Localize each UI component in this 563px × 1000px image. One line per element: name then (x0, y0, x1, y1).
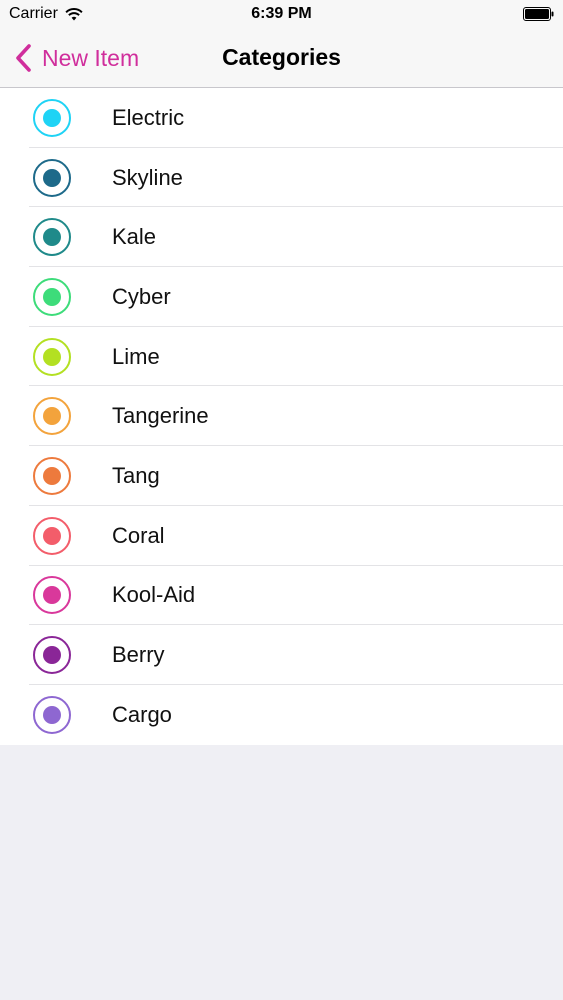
color-swatch-icon (33, 516, 71, 555)
color-swatch-icon (33, 456, 71, 495)
page-title: Categories (222, 44, 341, 70)
category-item-kool-aid[interactable]: Kool-Aid (0, 566, 563, 626)
color-dot-icon (43, 466, 61, 485)
color-dot-icon (43, 228, 61, 247)
color-dot-icon (43, 347, 61, 366)
category-list: Electric Skyline Kale Cyber Lime Tangeri… (0, 88, 563, 745)
category-item-lime[interactable]: Lime (0, 327, 563, 387)
category-label: Kool-Aid (112, 582, 196, 608)
category-label: Tang (112, 462, 160, 488)
color-dot-icon (43, 407, 61, 426)
color-swatch-icon (33, 218, 71, 257)
color-dot-icon (43, 646, 61, 665)
color-dot-icon (43, 287, 61, 306)
color-dot-icon (43, 586, 61, 605)
category-item-skyline[interactable]: Skyline (0, 148, 563, 208)
color-swatch-icon (33, 277, 71, 316)
category-label: Berry (112, 642, 165, 668)
color-swatch-icon (33, 576, 71, 615)
navigation-bar: New Item Categories (0, 30, 563, 88)
color-swatch-icon (33, 636, 71, 675)
status-time: 6:39 PM (251, 5, 312, 22)
category-item-tangerine[interactable]: Tangerine (0, 386, 563, 446)
category-item-kale[interactable]: Kale (0, 207, 563, 267)
category-item-cyber[interactable]: Cyber (0, 267, 563, 327)
color-swatch-icon (33, 98, 71, 137)
color-swatch-icon (33, 158, 71, 197)
category-label: Coral (112, 522, 165, 548)
color-dot-icon (43, 108, 61, 127)
category-label: Cargo (112, 701, 172, 727)
color-dot-icon (43, 526, 61, 545)
category-label: Cyber (112, 283, 171, 309)
color-dot-icon (43, 705, 61, 724)
category-label: Lime (112, 343, 160, 369)
category-label: Kale (112, 224, 157, 250)
color-swatch-icon (33, 337, 71, 376)
battery-icon (523, 7, 554, 21)
color-dot-icon (43, 168, 61, 187)
category-label: Tangerine (112, 403, 209, 429)
category-item-tang[interactable]: Tang (0, 446, 563, 506)
status-bar: Carrier 6:39 PM (0, 0, 563, 30)
category-item-electric[interactable]: Electric (0, 88, 563, 148)
color-swatch-icon (33, 695, 71, 734)
color-swatch-icon (33, 397, 71, 436)
category-item-coral[interactable]: Coral (0, 506, 563, 566)
category-item-cargo[interactable]: Cargo (0, 685, 563, 745)
category-item-berry[interactable]: Berry (0, 625, 563, 685)
category-label: Skyline (112, 164, 183, 190)
category-label: Electric (112, 104, 185, 130)
